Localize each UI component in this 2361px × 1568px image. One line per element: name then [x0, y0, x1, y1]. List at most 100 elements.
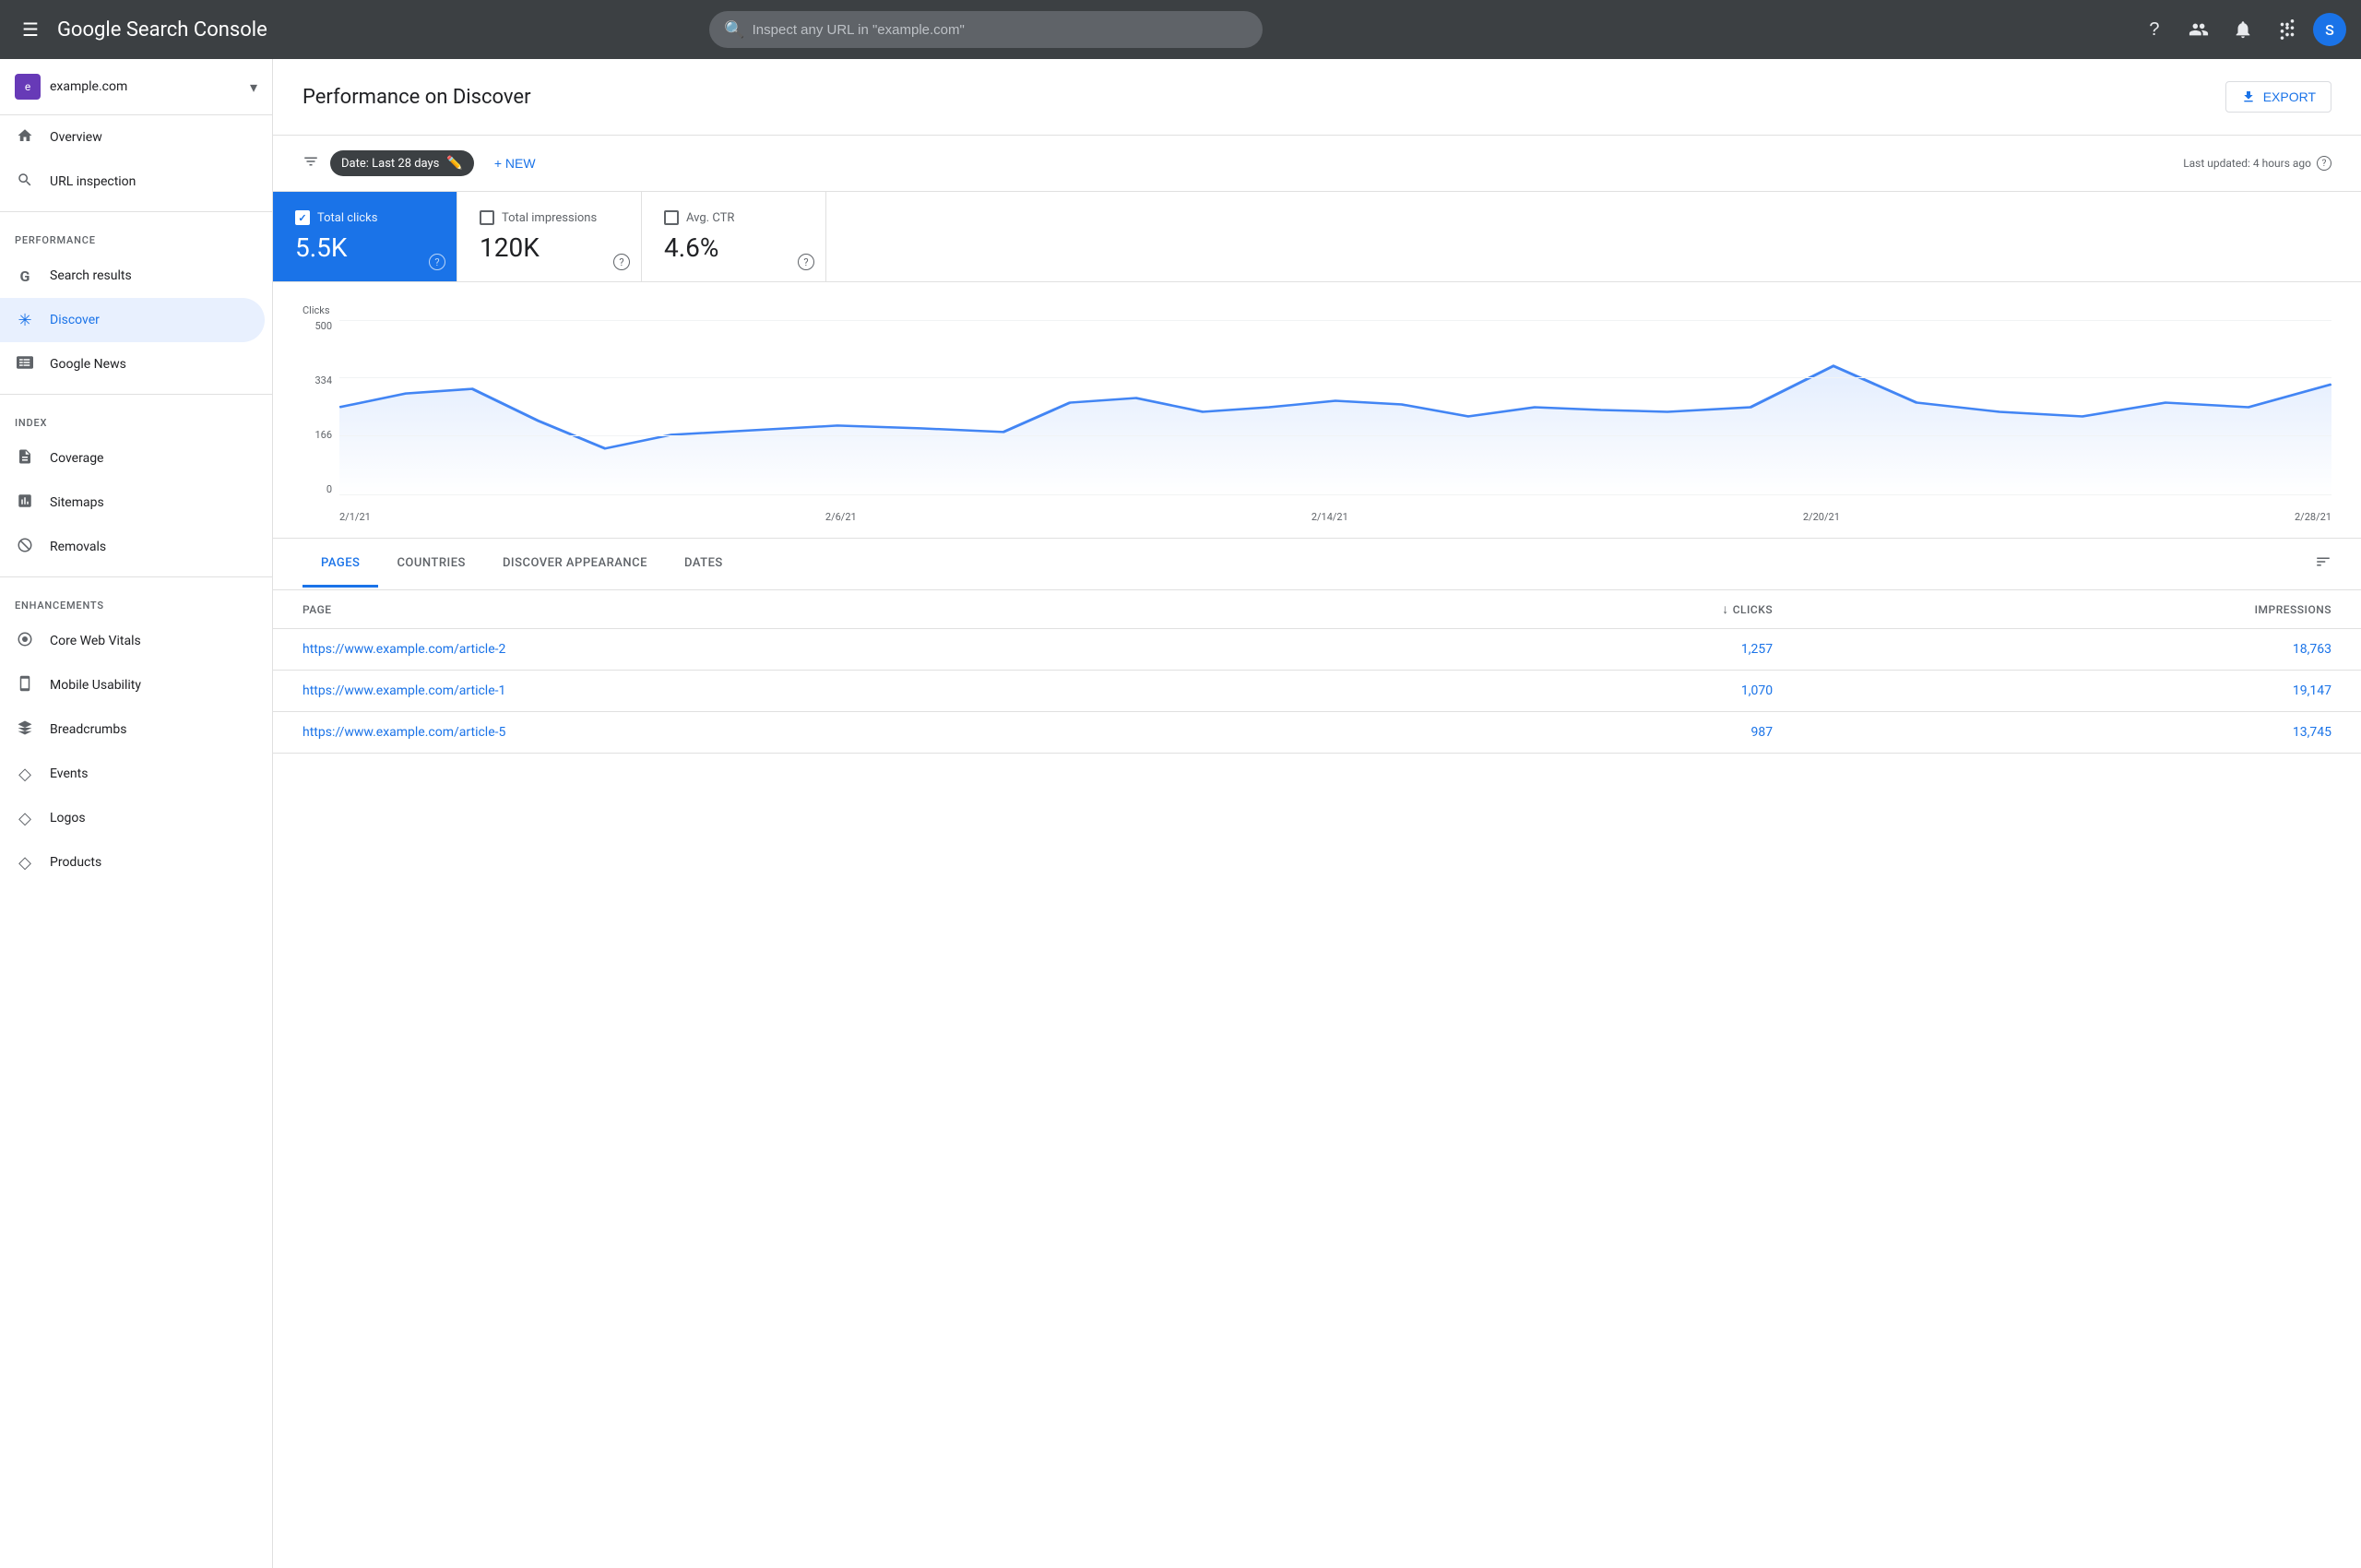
table-body: https://www.example.com/article-2 1,257 … — [273, 629, 2361, 754]
tab-pages[interactable]: PAGES — [303, 541, 378, 588]
notifications-button[interactable] — [2225, 11, 2261, 48]
app-name: Google Search Console — [57, 18, 267, 42]
y-tick-334: 334 — [303, 374, 339, 386]
page-link[interactable]: https://www.example.com/article-2 — [303, 642, 505, 657]
sidebar-item-label: Mobile Usability — [50, 678, 141, 693]
cell-clicks: 987 — [1351, 712, 1802, 754]
section-header-index: Index — [0, 402, 272, 436]
sidebar-item-url-inspection[interactable]: URL inspection — [0, 160, 265, 204]
sidebar-item-breadcrumbs[interactable]: Breadcrumbs — [0, 707, 265, 752]
cell-clicks: 1,257 — [1351, 629, 1802, 671]
page-link[interactable]: https://www.example.com/article-5 — [303, 725, 505, 740]
metric-help-ctr[interactable]: ? — [798, 254, 814, 270]
chart-x-axis: 2/1/21 2/6/21 2/14/21 2/20/21 2/28/21 — [339, 495, 2331, 523]
sidebar-item-label: Removals — [50, 540, 106, 554]
cell-page: https://www.example.com/article-5 — [273, 712, 1351, 754]
section-header-performance: Performance — [0, 220, 272, 254]
metric-value-impressions: 120K — [480, 232, 619, 263]
x-tick-4: 2/20/21 — [1803, 511, 1840, 523]
sidebar-item-label: Overview — [50, 130, 102, 145]
sidebar-item-label: Coverage — [50, 451, 103, 466]
cell-impressions: 18,763 — [1802, 629, 2361, 671]
search-results-icon: G — [15, 267, 35, 285]
sidebar-item-products[interactable]: ◇ Products — [0, 840, 265, 885]
filter-icon[interactable] — [303, 153, 319, 174]
sidebar-item-sitemaps[interactable]: Sitemaps — [0, 481, 265, 525]
metric-card-avg-ctr[interactable]: Avg. CTR 4.6% ? — [642, 192, 826, 281]
coverage-icon — [15, 448, 35, 469]
property-name: example.com — [50, 79, 241, 94]
metric-value-clicks: 5.5K — [295, 232, 434, 263]
col-header-clicks[interactable]: ↓ Clicks — [1351, 590, 1802, 629]
sidebar-item-events[interactable]: ◇ Events — [0, 752, 265, 796]
sidebar-item-label: URL inspection — [50, 174, 136, 189]
metric-card-total-impressions[interactable]: Total impressions 120K ? — [457, 192, 642, 281]
col-header-impressions[interactable]: Impressions — [1802, 590, 2361, 629]
mobile-usability-icon — [15, 675, 35, 696]
chart-y-label: Clicks — [303, 304, 2331, 316]
metric-checkbox-clicks[interactable] — [295, 210, 310, 225]
sidebar-item-search-results[interactable]: G Search results — [0, 254, 265, 298]
sidebar: e example.com ▾ Overview URL inspection … — [0, 59, 273, 1568]
sidebar-item-discover[interactable]: ✳ Discover — [0, 298, 265, 342]
url-inspection-icon — [15, 172, 35, 193]
property-icon: e — [15, 74, 41, 100]
chart-container: Clicks 500 334 166 0 — [273, 282, 2361, 539]
metric-help-impressions[interactable]: ? — [613, 254, 630, 270]
metric-header: Avg. CTR — [664, 210, 803, 225]
filter-bar: Date: Last 28 days ✏️ + NEW Last updated… — [273, 136, 2361, 192]
avatar[interactable]: S — [2313, 13, 2346, 46]
search-icon: 🔍 — [724, 20, 744, 40]
last-updated-text: Last updated: 4 hours ago — [2183, 157, 2311, 170]
removals-icon — [15, 537, 35, 558]
section-header-enhancements: Enhancements — [0, 585, 272, 619]
data-table: Page ↓ Clicks Impressions — [273, 590, 2361, 754]
tab-dates[interactable]: DATES — [666, 541, 742, 588]
sidebar-item-coverage[interactable]: Coverage — [0, 436, 265, 481]
sitemaps-icon — [15, 493, 35, 514]
grid-line-mid1 — [339, 377, 2331, 378]
page-title: Performance on Discover — [303, 86, 531, 109]
nav-icons: ? S — [2136, 11, 2346, 48]
sidebar-item-label: Discover — [50, 313, 100, 327]
tab-countries[interactable]: COUNTRIES — [378, 541, 484, 588]
property-selector[interactable]: e example.com ▾ — [0, 59, 272, 115]
sidebar-item-google-news[interactable]: Google News — [0, 342, 265, 386]
main-content: Performance on Discover EXPORT Date: Las… — [273, 59, 2361, 1568]
sidebar-item-overview[interactable]: Overview — [0, 115, 265, 160]
x-tick-2: 2/6/21 — [825, 511, 857, 523]
page-link[interactable]: https://www.example.com/article-1 — [303, 683, 505, 698]
google-news-icon — [15, 354, 35, 375]
sidebar-item-label: Events — [50, 766, 88, 781]
apps-button[interactable] — [2269, 11, 2306, 48]
accounts-button[interactable] — [2180, 11, 2217, 48]
date-filter-chip[interactable]: Date: Last 28 days ✏️ — [330, 150, 474, 176]
sidebar-item-core-web-vitals[interactable]: Core Web Vitals — [0, 619, 265, 663]
help-button[interactable]: ? — [2136, 11, 2173, 48]
new-filter-button[interactable]: + NEW — [485, 150, 545, 176]
chart-y-axis: 500 334 166 0 — [303, 320, 339, 495]
y-tick-166: 166 — [303, 429, 339, 441]
metric-help-clicks[interactable]: ? — [429, 254, 445, 270]
tab-discover-appearance[interactable]: DISCOVER APPEARANCE — [484, 541, 666, 588]
sidebar-item-logos[interactable]: ◇ Logos — [0, 796, 265, 840]
sidebar-item-removals[interactable]: Removals — [0, 525, 265, 569]
metric-checkbox-impressions[interactable] — [480, 210, 494, 225]
table-filter-icon[interactable] — [2315, 539, 2331, 589]
search-input[interactable] — [753, 22, 1249, 38]
chart-plot — [339, 320, 2331, 495]
metric-checkbox-ctr[interactable] — [664, 210, 679, 225]
metric-card-total-clicks[interactable]: Total clicks 5.5K ? — [273, 192, 457, 281]
sidebar-item-label: Logos — [50, 811, 86, 826]
last-updated-help-icon[interactable]: ? — [2317, 156, 2331, 171]
export-button[interactable]: EXPORT — [2225, 81, 2331, 113]
table-row: https://www.example.com/article-2 1,257 … — [273, 629, 2361, 671]
url-search-bar[interactable]: 🔍 — [709, 11, 1263, 48]
tabs-row: PAGES COUNTRIES DISCOVER APPEARANCE DATE… — [273, 539, 2361, 590]
hamburger-icon[interactable]: ☰ — [15, 11, 46, 48]
col-header-page: Page — [273, 590, 1351, 629]
metric-label-clicks: Total clicks — [317, 211, 377, 225]
table-row: https://www.example.com/article-5 987 13… — [273, 712, 2361, 754]
page-header: Performance on Discover EXPORT — [273, 59, 2361, 136]
sidebar-item-mobile-usability[interactable]: Mobile Usability — [0, 663, 265, 707]
